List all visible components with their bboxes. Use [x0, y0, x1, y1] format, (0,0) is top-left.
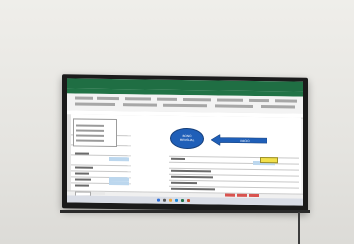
sheet-tab[interactable] — [249, 193, 259, 198]
browser-icon[interactable] — [175, 198, 178, 202]
options-panel[interactable] — [73, 118, 117, 148]
arrow-label: INICIO — [240, 139, 250, 143]
sheet-tab[interactable] — [237, 193, 247, 197]
app-icon[interactable] — [187, 199, 190, 203]
oval-label-line2: MENSUAL — [179, 137, 195, 143]
power-cable — [298, 212, 300, 244]
tv-bottom-edge — [60, 210, 310, 213]
tv-monitor: BONO MENSUAL INICIO — [62, 74, 308, 212]
oval-label: BONO MENSUAL — [176, 134, 198, 142]
search-icon[interactable] — [163, 198, 166, 202]
start-icon[interactable] — [157, 198, 160, 202]
sheet-tab[interactable] — [225, 193, 235, 197]
excel-icon[interactable] — [181, 198, 184, 202]
screen: BONO MENSUAL INICIO — [67, 78, 303, 206]
sheet-tab[interactable] — [91, 191, 105, 195]
left-arrow-shape[interactable]: INICIO — [211, 134, 267, 146]
folder-icon[interactable] — [169, 198, 172, 202]
highlighted-cell[interactable] — [260, 157, 278, 164]
